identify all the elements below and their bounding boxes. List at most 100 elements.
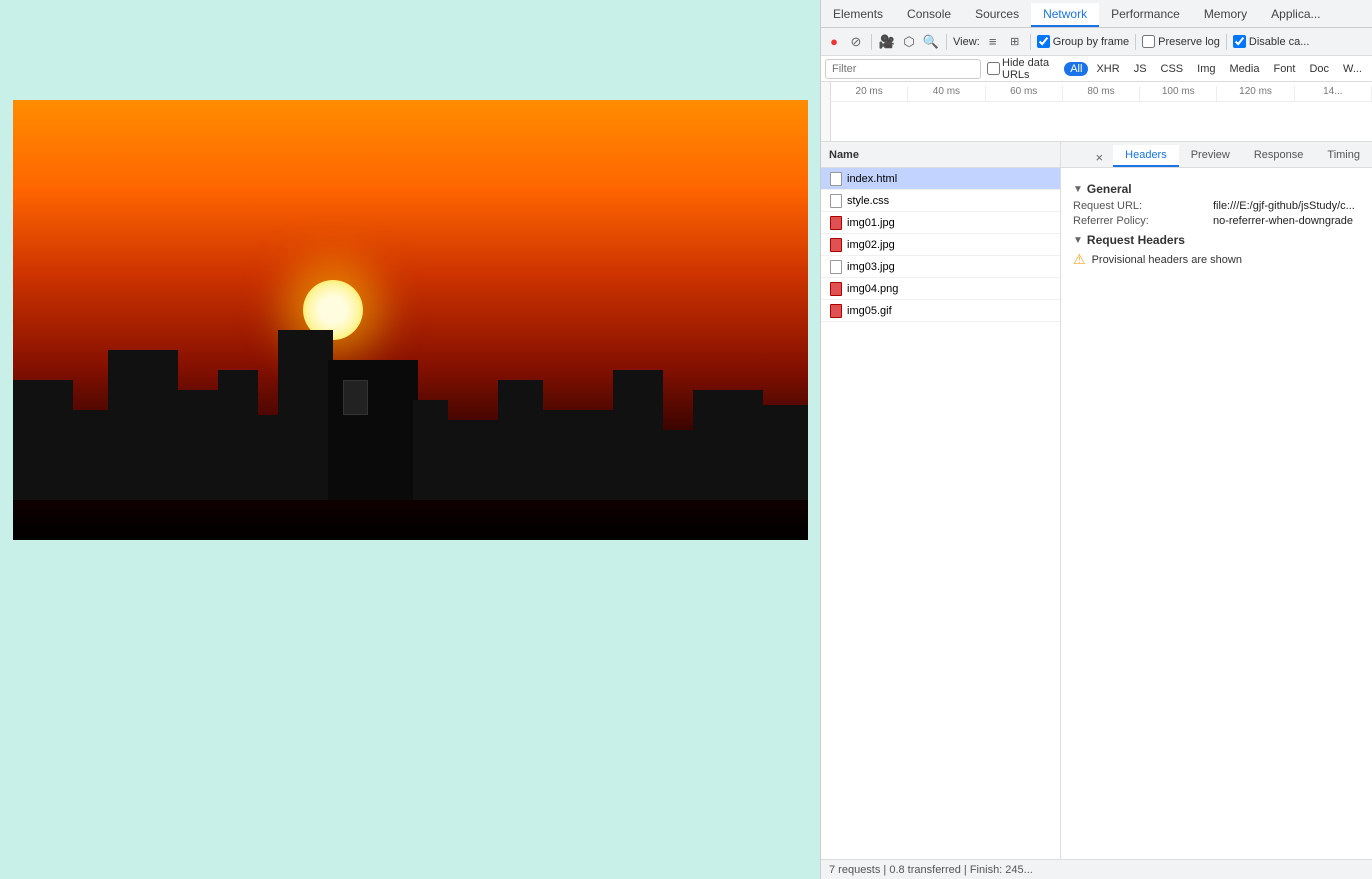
referrer-policy-row: Referrer Policy: no-referrer-when-downgr… <box>1073 215 1360 227</box>
devtools-panel: Elements Console Sources Network Perform… <box>820 0 1372 879</box>
file-icon-index-html <box>829 172 843 186</box>
screenshot-icon[interactable]: ⊞ <box>1006 33 1024 51</box>
detail-panel: × Headers Preview Response Timing Genera… <box>1061 142 1372 859</box>
file-row-index-html[interactable]: index.html <box>821 168 1060 190</box>
provisional-headers-text: Provisional headers are shown <box>1092 254 1242 266</box>
general-section-header[interactable]: General <box>1073 182 1360 196</box>
file-icon-img05 <box>829 304 843 318</box>
timeline-tick-row: 20 ms 40 ms 60 ms 80 ms 100 ms 120 ms 14… <box>831 86 1372 102</box>
preserve-log-checkbox[interactable] <box>1142 35 1155 48</box>
timeline-empty <box>831 102 1372 142</box>
request-url-row: Request URL: file:///E:/gjf-github/jsStu… <box>1073 200 1360 212</box>
filter-type-buttons: All XHR JS CSS Img Media Font Doc W... <box>1064 62 1368 76</box>
tick-60ms: 60 ms <box>986 86 1063 101</box>
filter-img[interactable]: Img <box>1191 62 1221 76</box>
detail-content: General Request URL: file:///E:/gjf-gith… <box>1061 168 1372 859</box>
tab-console[interactable]: Console <box>895 3 963 27</box>
name-list: Name index.html style.css img01.jpg <box>821 142 1061 859</box>
group-by-frame-checkbox[interactable] <box>1037 35 1050 48</box>
detail-close-button[interactable]: × <box>1090 148 1110 167</box>
file-row-img02[interactable]: img02.jpg <box>821 234 1060 256</box>
request-headers-section-header[interactable]: Request Headers <box>1073 233 1360 247</box>
disable-cache-label[interactable]: Disable ca... <box>1233 35 1310 48</box>
toolbar-separator-5 <box>1226 34 1227 50</box>
timeline-labels <box>821 82 831 141</box>
devtools-tab-bar: Elements Console Sources Network Perform… <box>821 0 1372 28</box>
file-icon-img01 <box>829 216 843 230</box>
filter-css[interactable]: CSS <box>1155 62 1190 76</box>
name-list-header: Name <box>821 142 1060 168</box>
tab-memory[interactable]: Memory <box>1192 3 1259 27</box>
preserve-log-label[interactable]: Preserve log <box>1142 35 1220 48</box>
tick-40ms: 40 ms <box>908 86 985 101</box>
file-row-img01[interactable]: img01.jpg <box>821 212 1060 234</box>
filter-icon[interactable]: ⬡ <box>900 33 918 51</box>
tab-headers[interactable]: Headers <box>1113 145 1179 167</box>
view-label: View: <box>953 36 980 48</box>
tab-response[interactable]: Response <box>1242 145 1316 167</box>
stop-icon[interactable]: ⊘ <box>847 33 865 51</box>
tick-120ms: 120 ms <box>1217 86 1294 101</box>
toolbar-separator-2 <box>946 34 947 50</box>
hide-data-urls-label[interactable]: Hide data URLs <box>987 57 1058 81</box>
filter-all[interactable]: All <box>1064 62 1088 76</box>
red-file-icon-1 <box>830 216 842 230</box>
file-icon-img02 <box>829 238 843 252</box>
timeline-chart: 20 ms 40 ms 60 ms 80 ms 100 ms 120 ms 14… <box>831 82 1372 141</box>
disable-cache-checkbox[interactable] <box>1233 35 1246 48</box>
white-file-icon-2 <box>830 194 842 208</box>
detail-tab-bar: × Headers Preview Response Timing <box>1061 142 1372 168</box>
list-view-icon[interactable]: ≡ <box>984 33 1002 51</box>
red-file-icon-3 <box>830 282 842 296</box>
toolbar-separator-1 <box>871 34 872 50</box>
warning-triangle-icon: ⚠ <box>1073 251 1086 268</box>
status-bar: 7 requests | 0.8 transferred | Finish: 2… <box>821 859 1372 879</box>
referrer-policy-value: no-referrer-when-downgrade <box>1213 215 1353 227</box>
search-icon[interactable]: 🔍 <box>922 33 940 51</box>
tick-80ms: 80 ms <box>1063 86 1140 101</box>
tab-application[interactable]: Applica... <box>1259 3 1332 27</box>
tab-sources[interactable]: Sources <box>963 3 1031 27</box>
white-file-icon <box>830 172 842 186</box>
provisional-headers-warning: ⚠ Provisional headers are shown <box>1073 251 1360 268</box>
file-row-style-css[interactable]: style.css <box>821 190 1060 212</box>
tab-elements[interactable]: Elements <box>821 3 895 27</box>
file-icon-img03 <box>829 260 843 274</box>
tab-timing[interactable]: Timing <box>1315 145 1372 167</box>
slideshow-container <box>13 100 808 540</box>
filter-ws[interactable]: W... <box>1337 62 1368 76</box>
status-text: 7 requests | 0.8 transferred | Finish: 2… <box>829 864 1033 876</box>
filter-bar: Hide data URLs All XHR JS CSS Img Media … <box>821 56 1372 82</box>
tab-preview[interactable]: Preview <box>1179 145 1242 167</box>
tab-network[interactable]: Network <box>1031 3 1099 27</box>
filter-input[interactable] <box>825 59 981 79</box>
toolbar-separator-4 <box>1135 34 1136 50</box>
red-file-icon-2 <box>830 238 842 252</box>
filter-xhr[interactable]: XHR <box>1090 62 1125 76</box>
file-icon-img04 <box>829 282 843 296</box>
red-file-icon-4 <box>830 304 842 318</box>
filter-js[interactable]: JS <box>1128 62 1153 76</box>
file-row-img05[interactable]: img05.gif <box>821 300 1060 322</box>
white-file-icon-3 <box>830 260 842 274</box>
file-row-img04[interactable]: img04.png <box>821 278 1060 300</box>
group-by-frame-label[interactable]: Group by frame <box>1037 35 1129 48</box>
buildings-silhouette <box>13 300 808 500</box>
file-icon-style-css <box>829 194 843 208</box>
camera-icon[interactable]: 🎥 <box>878 33 896 51</box>
timeline-area: 20 ms 40 ms 60 ms 80 ms 100 ms 120 ms 14… <box>821 82 1372 142</box>
toolbar-separator-3 <box>1030 34 1031 50</box>
request-url-value: file:///E:/gjf-github/jsStudy/c... <box>1213 200 1355 212</box>
record-icon[interactable]: ● <box>825 33 843 51</box>
tick-20ms: 20 ms <box>831 86 908 101</box>
tick-100ms: 100 ms <box>1140 86 1217 101</box>
tick-14x: 14... <box>1295 86 1372 101</box>
filter-font[interactable]: Font <box>1267 62 1301 76</box>
filter-media[interactable]: Media <box>1224 62 1266 76</box>
webpage-area <box>0 0 820 879</box>
hide-data-urls-checkbox[interactable] <box>987 62 1000 75</box>
file-row-img03[interactable]: img03.jpg <box>821 256 1060 278</box>
tab-performance[interactable]: Performance <box>1099 3 1192 27</box>
referrer-policy-key: Referrer Policy: <box>1073 215 1213 227</box>
filter-doc[interactable]: Doc <box>1303 62 1335 76</box>
